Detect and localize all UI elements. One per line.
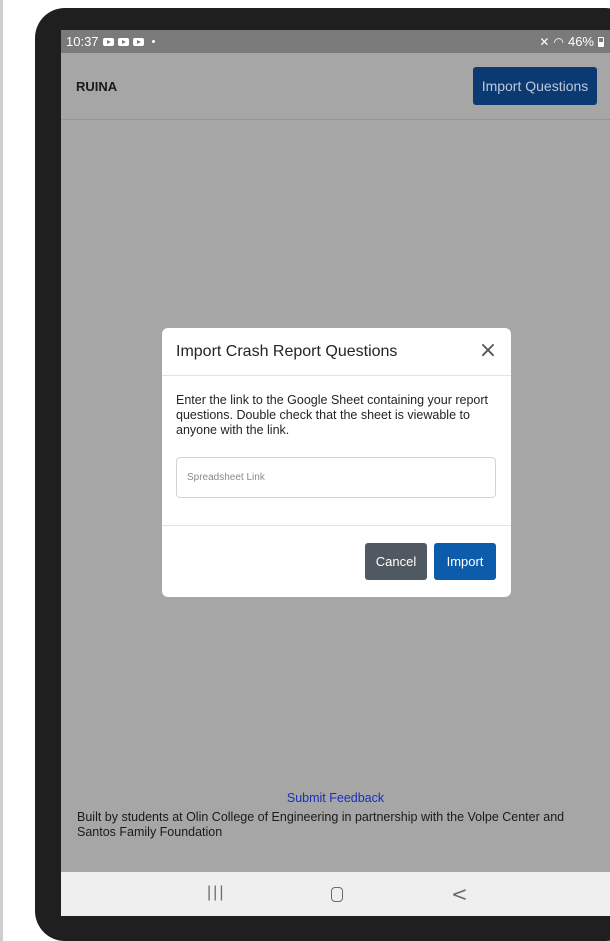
app-title: RUINA bbox=[76, 79, 118, 94]
modal-footer: Cancel Import bbox=[162, 526, 511, 597]
modal-title: Import Crash Report Questions bbox=[176, 343, 398, 360]
status-time: 10:37 bbox=[66, 34, 99, 49]
home-icon[interactable] bbox=[331, 887, 343, 902]
footer-credit: Built by students at Olin College of Eng… bbox=[77, 810, 565, 839]
youtube-icon bbox=[102, 37, 114, 46]
status-bar: 10:37 ✕ ◠ 46% bbox=[61, 30, 610, 53]
import-questions-button[interactable]: Import Questions bbox=[473, 67, 597, 105]
import-button[interactable]: Import bbox=[434, 543, 496, 580]
cancel-button[interactable]: Cancel bbox=[365, 543, 427, 580]
modal-header: Import Crash Report Questions × bbox=[162, 328, 511, 376]
modal-body: Enter the link to the Google Sheet conta… bbox=[162, 376, 511, 526]
left-edge bbox=[0, 0, 3, 941]
submit-feedback-link[interactable]: Submit Feedback bbox=[61, 791, 610, 805]
status-left: 10:37 bbox=[66, 34, 155, 49]
youtube-icon bbox=[117, 37, 129, 46]
import-modal: Import Crash Report Questions × Enter th… bbox=[162, 328, 511, 597]
spreadsheet-link-input[interactable] bbox=[176, 457, 496, 498]
mute-icon: ✕ bbox=[539, 34, 550, 49]
app-header: RUINA Import Questions bbox=[61, 53, 610, 120]
more-notifications-icon bbox=[151, 40, 155, 43]
status-right: ✕ ◠ 46% bbox=[539, 34, 604, 49]
youtube-icon bbox=[132, 37, 144, 46]
modal-description: Enter the link to the Google Sheet conta… bbox=[176, 393, 488, 437]
close-icon[interactable]: × bbox=[477, 340, 499, 362]
battery-icon bbox=[598, 36, 604, 47]
navigation-bar: ||| < bbox=[61, 872, 610, 916]
battery-percent: 46% bbox=[567, 34, 594, 49]
wifi-icon: ◠ bbox=[553, 34, 564, 49]
recent-apps-icon[interactable]: ||| bbox=[207, 884, 225, 902]
screen: 10:37 ✕ ◠ 46% RUINA Import Questions Imp… bbox=[61, 30, 610, 916]
back-icon[interactable]: < bbox=[451, 882, 468, 906]
